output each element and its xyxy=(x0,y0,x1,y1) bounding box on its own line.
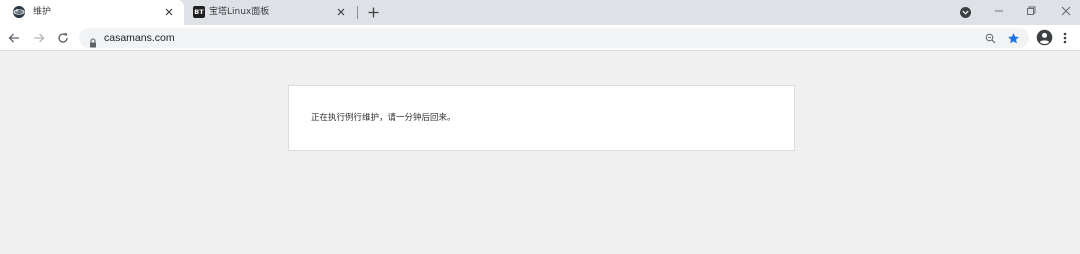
tab-bt-panel[interactable]: BT 宝塔Linux面板 xyxy=(184,0,356,25)
restore-icon[interactable] xyxy=(1022,2,1040,20)
forward-arrow-icon[interactable] xyxy=(31,30,47,46)
globe-icon xyxy=(13,6,25,18)
tab-strip: 维护 BT 宝塔Linux面板 xyxy=(0,0,1080,25)
maintenance-message: 正在执行例行维护，请一分钟后回来。 xyxy=(311,113,456,123)
close-window-icon[interactable] xyxy=(1057,2,1075,20)
back-arrow-icon[interactable] xyxy=(6,30,22,46)
url-text[interactable]: casamans.com xyxy=(104,28,175,48)
reload-icon[interactable] xyxy=(55,30,71,46)
close-tab-icon[interactable] xyxy=(334,5,348,19)
new-tab-button[interactable] xyxy=(366,5,381,20)
page-viewport: 正在执行例行维护，请一分钟后回来。 xyxy=(0,52,1080,254)
close-tab-icon[interactable] xyxy=(162,5,176,19)
tab-maintenance[interactable]: 维护 xyxy=(0,0,184,25)
maintenance-notice-box: 正在执行例行维护，请一分钟后回来。 xyxy=(288,85,795,151)
tab-title: 宝塔Linux面板 xyxy=(209,7,270,17)
browser-toolbar: casamans.com xyxy=(0,25,1080,51)
tab-search-icon[interactable] xyxy=(960,7,971,18)
zoom-icon[interactable] xyxy=(983,31,997,45)
browser-menu-icon[interactable] xyxy=(1058,30,1072,46)
minimize-icon[interactable] xyxy=(990,2,1008,20)
bt-panel-icon: BT xyxy=(193,6,205,18)
tab-divider xyxy=(357,6,358,19)
address-bar[interactable]: casamans.com xyxy=(79,28,1029,48)
lock-icon xyxy=(88,33,98,48)
tab-title: 维护 xyxy=(33,7,52,17)
bookmark-star-icon[interactable] xyxy=(1005,30,1021,46)
account-avatar-icon[interactable] xyxy=(1036,29,1053,46)
